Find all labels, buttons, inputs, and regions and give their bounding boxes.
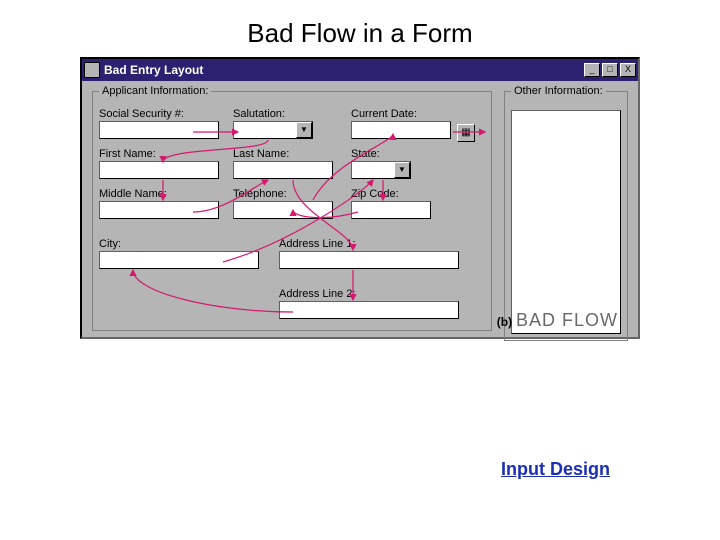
addr1-label: Address Line 1: [279, 238, 459, 250]
field-middle-name: Middle Name: [99, 188, 219, 219]
current-date-input[interactable] [351, 121, 451, 139]
other-legend: Other Information: [511, 85, 606, 97]
salutation-combo[interactable]: ▼ [233, 121, 313, 139]
zip-label: Zip Code: [351, 188, 431, 200]
state-combo[interactable]: ▼ [351, 161, 411, 179]
state-label: State: [351, 148, 411, 160]
field-addr2: Address Line 2: [279, 288, 459, 319]
minimize-button[interactable]: _ [584, 63, 600, 77]
maximize-button[interactable]: □ [602, 63, 618, 77]
ssn-label: Social Security #: [99, 108, 219, 120]
applicant-groupbox: Applicant Information: Social Security #… [92, 91, 492, 331]
city-input[interactable] [99, 251, 259, 269]
footer-link[interactable]: Input Design [501, 459, 610, 480]
field-state: State: ▼ [351, 148, 411, 179]
salutation-label: Salutation: [233, 108, 313, 120]
field-salutation: Salutation: ▼ [233, 108, 313, 139]
city-label: City: [99, 238, 259, 250]
field-telephone: Telephone: [233, 188, 333, 219]
titlebar-buttons: _ □ X [584, 63, 636, 77]
applicant-legend: Applicant Information: [99, 85, 211, 97]
date-picker-icon[interactable]: ▦ [457, 124, 475, 142]
middle-name-label: Middle Name: [99, 188, 219, 200]
other-groupbox: Other Information: [504, 91, 628, 341]
last-name-label: Last Name: [233, 148, 333, 160]
zip-input[interactable] [351, 201, 431, 219]
chevron-down-icon[interactable]: ▼ [296, 122, 312, 138]
app-icon [84, 62, 100, 78]
last-name-input[interactable] [233, 161, 333, 179]
addr2-input[interactable] [279, 301, 459, 319]
titlebar: Bad Entry Layout _ □ X [82, 59, 638, 81]
flow-caption: (b) BAD FLOW [497, 310, 618, 331]
caption-text: BAD FLOW [516, 310, 618, 330]
addr1-input[interactable] [279, 251, 459, 269]
window-title: Bad Entry Layout [104, 63, 584, 77]
field-current-date: Current Date: [351, 108, 451, 139]
current-date-label: Current Date: [351, 108, 451, 120]
field-addr1: Address Line 1: [279, 238, 459, 269]
field-last-name: Last Name: [233, 148, 333, 179]
field-zip: Zip Code: [351, 188, 431, 219]
ssn-input[interactable] [99, 121, 219, 139]
window-body: Applicant Information: Social Security #… [82, 81, 638, 337]
telephone-label: Telephone: [233, 188, 333, 200]
addr2-label: Address Line 2: [279, 288, 459, 300]
window: Bad Entry Layout _ □ X Applicant Informa… [80, 57, 640, 339]
caption-prefix: (b) [497, 315, 512, 329]
field-city: City: [99, 238, 259, 269]
chevron-down-icon[interactable]: ▼ [394, 162, 410, 178]
field-first-name: First Name: [99, 148, 219, 179]
first-name-input[interactable] [99, 161, 219, 179]
slide-title: Bad Flow in a Form [0, 0, 720, 57]
other-textarea[interactable] [511, 110, 621, 334]
close-button[interactable]: X [620, 63, 636, 77]
first-name-label: First Name: [99, 148, 219, 160]
telephone-input[interactable] [233, 201, 333, 219]
middle-name-input[interactable] [99, 201, 219, 219]
field-ssn: Social Security #: [99, 108, 219, 139]
